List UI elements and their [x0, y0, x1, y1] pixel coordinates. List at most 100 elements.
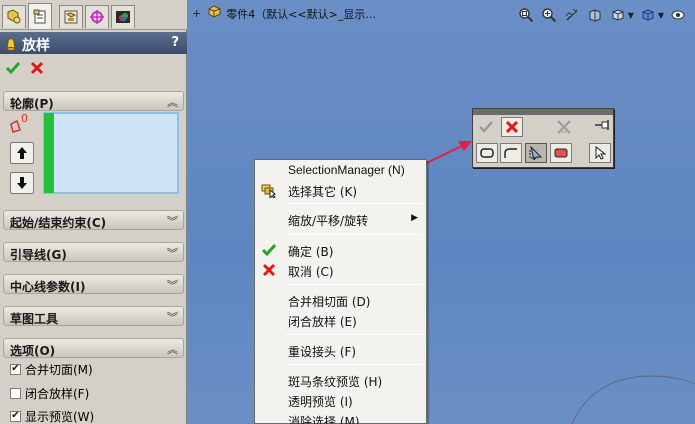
target-icon [90, 10, 104, 24]
zoom-to-fit-icon[interactable] [517, 6, 535, 24]
expand-icon: ︾ [167, 247, 178, 260]
section-centerline-label: 中心线参数(I) [10, 280, 86, 294]
menu-item-clear-selections[interactable]: 消除选择 (M) [255, 410, 426, 424]
sm-group-button[interactable] [525, 143, 547, 163]
ok-button[interactable] [4, 59, 22, 77]
section-start-end-label: 起始/结束约束(C) [10, 216, 107, 230]
section-sketch-tools-header[interactable]: 草图工具 ︾ [3, 306, 184, 326]
model-outline-arc [571, 375, 695, 424]
sm-cancel-button[interactable] [501, 117, 523, 137]
checkmark-icon [5, 62, 21, 75]
hide-show-items-icon[interactable] [669, 6, 687, 24]
menu-item-zebra-preview[interactable]: 斑马条纹预览 (H) [255, 370, 426, 390]
group-select-icon [529, 146, 543, 160]
checkbox-close-loft[interactable] [10, 387, 21, 399]
sm-clear-button[interactable] [553, 117, 575, 137]
checkbox-show-preview[interactable]: ✔ [10, 410, 21, 422]
expand-icon: ︾ [167, 279, 178, 292]
tab-feature-manager[interactable] [2, 5, 26, 28]
profile-list[interactable] [43, 112, 179, 194]
sm-pin-button[interactable] [591, 115, 613, 135]
menu-item-merge-tangent[interactable]: 合并相切面 (D) [255, 290, 426, 310]
checkmark-icon [261, 242, 277, 258]
menu-item-close-loft[interactable]: 闭合放样 (E) [255, 310, 426, 330]
option-merge-tangent[interactable]: ✔ 合并切面(M) [10, 360, 93, 378]
section-profile-header[interactable]: 轮廓(P) ︽ [3, 91, 184, 111]
feature-tree-icon [7, 9, 21, 24]
section-guide-curves-header[interactable]: 引导线(G) ︾ [3, 242, 184, 262]
sm-region-button[interactable] [550, 143, 572, 163]
page-title: 放样 [22, 38, 50, 54]
menu-item-label: 合并相切面 (D) [288, 295, 371, 309]
zoom-to-area-icon[interactable] [540, 6, 558, 24]
tab-property-manager[interactable] [28, 3, 52, 29]
profile-list-indicator [44, 113, 54, 193]
expand-tree-icon[interactable]: + [192, 7, 201, 20]
region-icon [554, 148, 568, 158]
menu-separator [285, 284, 423, 285]
option-merge-tangent-label: 合并切面(M) [25, 362, 93, 377]
option-close-loft[interactable]: 闭合放样(F) [10, 384, 89, 402]
menu-item-cancel[interactable]: 取消 (C) [255, 260, 426, 280]
open-loop-icon [504, 148, 517, 158]
part-icon [207, 5, 223, 22]
menu-item-transparent-preview[interactable]: 透明预览 (I) [255, 390, 426, 410]
section-guide-curves-label: 引导线(G) [10, 248, 67, 262]
expand-icon: ︾ [167, 311, 178, 324]
display-style-icon[interactable] [639, 6, 657, 24]
menu-item-select-other[interactable]: 选择其它 (K) [255, 180, 426, 200]
sm-ok-button[interactable] [475, 117, 497, 137]
menu-item-zoom-pan-rotate[interactable]: 缩放/平移/旋转 ▶ [255, 209, 426, 229]
expand-icon: ︾ [167, 215, 178, 228]
menu-item-label: 透明预览 (I) [288, 395, 353, 409]
view-orientation-icon[interactable] [609, 6, 627, 24]
heads-up-view-toolbar: ▼ ▼ [517, 4, 687, 26]
panel-tabs [0, 0, 187, 30]
menu-item-ok[interactable]: 确定 (B) [255, 240, 426, 260]
configuration-icon [64, 10, 78, 24]
menu-separator [285, 203, 423, 204]
checkbox-merge-tangent[interactable]: ✔ [10, 363, 21, 375]
selection-manager-toolbar [472, 108, 614, 168]
section-start-end-header[interactable]: 起始/结束约束(C) ︾ [3, 210, 184, 230]
help-icon[interactable]: ? [171, 35, 179, 50]
section-options-header[interactable]: 选项(O) ︽ [3, 338, 184, 358]
feature-tree-flyout[interactable]: + 零件4（默认<<默认>_显示... [192, 5, 376, 22]
chevron-down-icon[interactable]: ▼ [628, 11, 634, 20]
move-down-button[interactable] [10, 172, 34, 194]
menu-item-label: 取消 (C) [288, 265, 334, 279]
context-menu: SelectionManager (N) 选择其它 (K) 缩放/平移/旋转 ▶… [254, 159, 427, 424]
section-sketch-tools-label: 草图工具 [10, 312, 59, 326]
section-centerline-header[interactable]: 中心线参数(I) ︾ [3, 274, 184, 294]
tab-dimxpert[interactable] [85, 5, 109, 28]
sm-open-loop-button[interactable] [500, 143, 522, 163]
close-icon [261, 262, 277, 278]
menu-item-label: 选择其它 (K) [288, 185, 358, 199]
menu-item-label: 确定 (B) [288, 245, 334, 259]
checkmark-icon [479, 121, 493, 133]
sm-standard-select-button[interactable] [589, 143, 611, 163]
arrow-up-icon [17, 147, 27, 159]
menu-separator [285, 234, 423, 235]
section-options-label: 选项(O) [10, 344, 56, 358]
section-profile-label: 轮廓(P) [10, 97, 54, 111]
previous-view-icon[interactable] [563, 6, 581, 24]
section-view-icon[interactable] [586, 6, 604, 24]
sm-closed-loop-button[interactable] [476, 143, 498, 163]
close-icon [505, 120, 519, 134]
menu-item-label: SelectionManager (N) [288, 163, 405, 177]
chevron-down-icon[interactable]: ▼ [658, 11, 664, 20]
menu-separator [285, 334, 423, 335]
menu-item-label: 缩放/平移/旋转 [288, 214, 369, 228]
cancel-button[interactable] [28, 59, 46, 77]
menu-item-label: 重设接头 (F) [288, 345, 357, 359]
option-show-preview[interactable]: ✔ 显示预览(W) [10, 407, 94, 424]
move-up-button[interactable] [10, 142, 34, 164]
property-sheet-icon [33, 9, 46, 23]
tab-display-manager[interactable] [111, 5, 135, 28]
menu-item-reset-connectors[interactable]: 重设接头 (F) [255, 340, 426, 360]
option-show-preview-label: 显示预览(W) [25, 409, 95, 424]
select-other-icon [261, 182, 277, 198]
menu-item-selection-manager[interactable]: SelectionManager (N) [255, 160, 426, 180]
tab-configuration-manager[interactable] [59, 5, 83, 28]
